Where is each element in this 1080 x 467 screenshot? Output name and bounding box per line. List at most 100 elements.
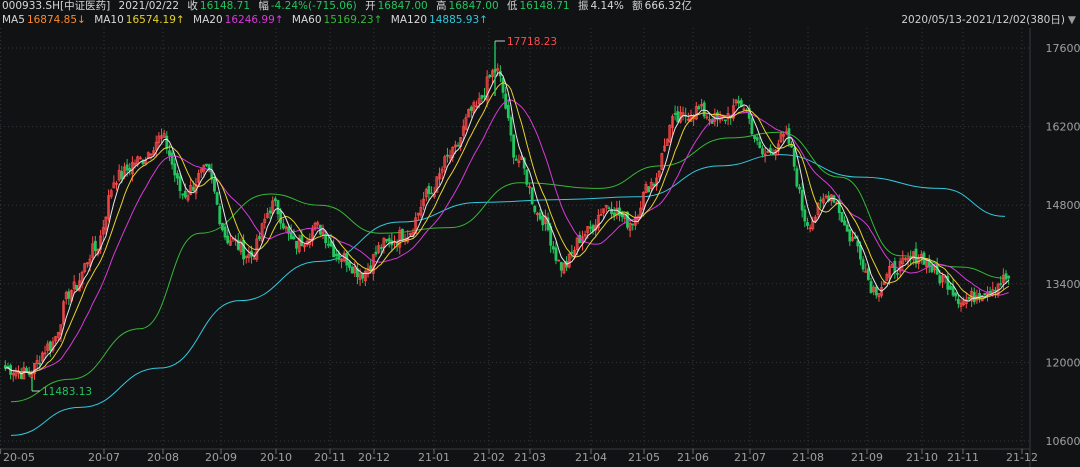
high-label: 高 (436, 0, 447, 12)
ma60-layer (10, 131, 1006, 403)
candle-body (446, 154, 449, 157)
candlestick-chart[interactable]: 17600 16200 14800 13400 12000 10600 20-05 20-07… (0, 28, 1080, 467)
candle-body (128, 168, 132, 171)
candle-body (281, 223, 285, 229)
change-value: -4.24%(-715.06) (270, 0, 357, 12)
candle-body (501, 78, 505, 93)
candle-body (626, 211, 629, 228)
candle-body (469, 106, 473, 111)
candle-body (48, 341, 52, 351)
candle-body (697, 106, 701, 110)
date-range-text: 2020/05/13-2021/12/02(380日) (901, 14, 1065, 26)
amplitude-value: 4.14% (590, 0, 624, 12)
candle-body (538, 212, 542, 220)
x-tick-label: 21-02 (473, 451, 505, 464)
x-tick-label: 21-03 (514, 451, 546, 464)
amplitude-label: 振 (577, 0, 589, 12)
candle-body (954, 292, 958, 297)
candle-body (273, 198, 277, 202)
ma10-value: 16574.19↑ (125, 14, 185, 26)
candle-body (806, 222, 809, 226)
x-tick-label: 20-11 (314, 451, 346, 464)
candle-body (387, 238, 391, 242)
candle-body (938, 275, 942, 284)
candle-body (220, 222, 224, 231)
candle-body (896, 273, 899, 275)
ma5-label: MA5 (2, 14, 25, 26)
x-tick-label: 21-10 (906, 451, 938, 464)
ma120-label: MA120 (390, 14, 428, 26)
candle-body (509, 117, 513, 136)
ma120-value: 14885.93↑ (429, 14, 488, 26)
close-label: 收 (187, 0, 198, 12)
date-range-selector[interactable]: 2020/05/13-2021/12/02(380日) ▼ (901, 13, 1076, 27)
candle-body (647, 186, 651, 193)
candle-body (93, 240, 97, 251)
candle-body (483, 95, 486, 98)
low-label: 低 (506, 0, 518, 12)
open-label: 开 (365, 0, 376, 12)
candle-body (848, 229, 852, 242)
candle-body (456, 144, 460, 147)
ma20-value: 16246.99↑ (224, 14, 284, 26)
candle-body (334, 253, 338, 257)
candle-body (173, 163, 177, 176)
candle-body (612, 212, 616, 216)
low-value: 16148.71 (519, 0, 570, 12)
candle-body (369, 265, 373, 271)
candle-body (999, 283, 1003, 285)
candle-body (213, 178, 216, 192)
candle-body (866, 268, 870, 280)
candle-body (559, 261, 563, 271)
dropdown-triangle-icon: ▼ (1067, 14, 1076, 26)
candle-body (737, 100, 741, 104)
candle-body (983, 293, 987, 296)
x-tick-label: 21-05 (628, 451, 660, 464)
y-tick-label: 13400 (1046, 278, 1080, 291)
candle-body (750, 118, 754, 134)
candle-body (856, 240, 860, 247)
y-tick-label: 12000 (1046, 356, 1080, 369)
ma120-layer (10, 154, 1006, 436)
candle-body (570, 251, 574, 254)
candle-body (800, 189, 804, 211)
x-tick-label: 20-07 (88, 451, 120, 464)
candle-body (795, 168, 799, 187)
x-tick-label: 21-12 (1006, 451, 1038, 464)
symbol-name[interactable]: 000933.SH[中证医药] (2, 0, 110, 12)
candle-body (676, 111, 680, 123)
candle-body (853, 236, 857, 239)
y-tick-label: 16200 (1046, 121, 1080, 134)
candle-body (506, 104, 510, 119)
candle-body (226, 235, 230, 244)
candle-body (181, 193, 185, 196)
ma10-layer (5, 82, 1009, 374)
candle-body (652, 183, 656, 186)
max-price-label: 17718.23 (507, 36, 557, 48)
candle-body (512, 134, 516, 158)
axis-layer: 17600 16200 14800 13400 12000 10600 20-05 20-07… (0, 28, 1080, 467)
x-tick-label: 21-09 (851, 451, 883, 464)
candle-body (949, 285, 952, 290)
candle-body (350, 266, 354, 274)
candle-body (215, 192, 219, 205)
candle-layer (3, 63, 1011, 382)
candle-body (792, 148, 796, 167)
candle-body (525, 169, 529, 185)
candle-body (223, 226, 227, 238)
amount-value: 666.32亿 (644, 0, 692, 12)
candle-body (514, 158, 518, 161)
candle-body (530, 187, 534, 205)
candle-body (379, 247, 383, 249)
candle-body (914, 248, 918, 264)
candle-body (541, 215, 545, 226)
candle-body (258, 236, 261, 240)
candle-body (1007, 275, 1011, 279)
candle-body (168, 150, 171, 156)
candle-body (845, 224, 849, 232)
quote-date: 2021/02/22 (118, 0, 180, 12)
candle-body (430, 192, 433, 195)
ma120-line (10, 154, 1006, 436)
candle-body (956, 298, 960, 304)
candle-body (480, 95, 484, 99)
